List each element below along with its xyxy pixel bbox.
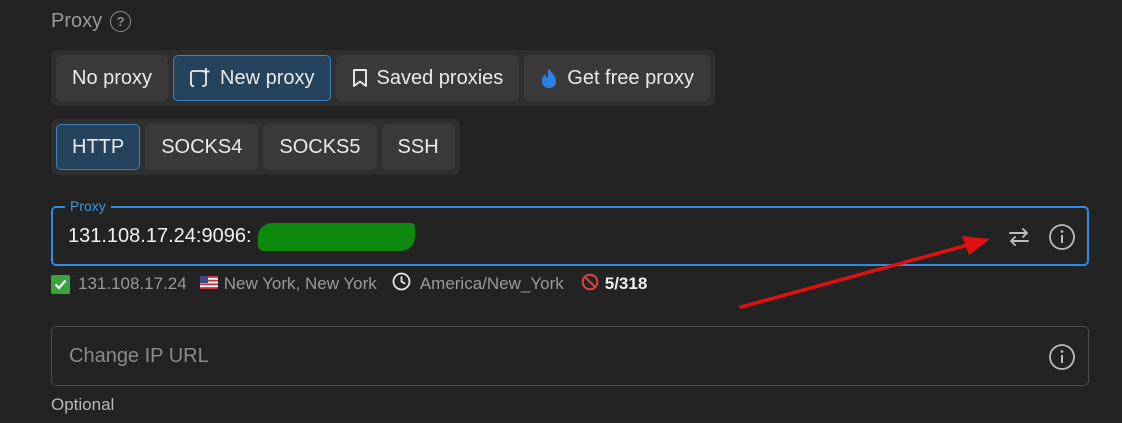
tab-http[interactable]: HTTP bbox=[56, 124, 141, 170]
tab-no-proxy[interactable]: No proxy bbox=[56, 55, 169, 101]
change-ip-url-field[interactable]: Change IP URL bbox=[51, 326, 1089, 386]
proxy-type-tabs: HTTP SOCKS4 SOCKS5 SSH bbox=[51, 119, 460, 175]
status-count: 5/318 bbox=[604, 274, 648, 293]
tab-socks5[interactable]: SOCKS5 bbox=[263, 124, 377, 170]
check-icon bbox=[51, 274, 70, 294]
swap-arrows-icon[interactable] bbox=[1007, 225, 1031, 254]
tab-label: No proxy bbox=[72, 66, 153, 89]
status-ip: 131.108.17.24 bbox=[78, 274, 187, 293]
redaction-mark bbox=[258, 223, 415, 251]
tab-label: SSH bbox=[397, 135, 439, 158]
flame-icon bbox=[540, 67, 558, 89]
us-flag-icon bbox=[199, 274, 218, 294]
tab-saved-proxies[interactable]: Saved proxies bbox=[335, 55, 520, 101]
bookmark-icon bbox=[352, 68, 368, 88]
info-icon[interactable] bbox=[1048, 223, 1076, 256]
section-title: Proxy bbox=[51, 10, 103, 32]
tab-get-free-proxy[interactable]: Get free proxy bbox=[524, 55, 710, 101]
tab-socks4[interactable]: SOCKS4 bbox=[145, 124, 259, 170]
change-ip-url-placeholder[interactable]: Change IP URL bbox=[69, 345, 209, 368]
info-icon[interactable] bbox=[1048, 343, 1076, 376]
tab-label: SOCKS4 bbox=[161, 135, 243, 158]
blocked-icon bbox=[581, 273, 599, 296]
tab-label: Saved proxies bbox=[376, 66, 504, 89]
tab-new-proxy[interactable]: New proxy bbox=[173, 55, 331, 101]
status-location: New York, New York bbox=[223, 274, 377, 293]
help-icon[interactable]: ? bbox=[110, 11, 132, 32]
proxy-status-row: 131.108.17.24 New York, New York America… bbox=[51, 272, 648, 296]
proxy-input-value[interactable]: 131.108.17.24:9096: bbox=[68, 225, 252, 248]
tab-label: SOCKS5 bbox=[279, 135, 361, 158]
tab-label: HTTP bbox=[72, 135, 125, 158]
proxy-mode-tabs: No proxy New proxy Saved proxies Get fre… bbox=[51, 50, 715, 106]
tab-ssh[interactable]: SSH bbox=[381, 124, 455, 170]
proxy-settings-panel: Proxy ? No proxy New proxy Saved proxies… bbox=[0, 0, 1122, 423]
proxy-section-header: Proxy ? bbox=[51, 10, 132, 33]
proxy-input-field[interactable]: Proxy 131.108.17.24:9096: bbox=[51, 198, 1089, 266]
clock-icon bbox=[392, 272, 411, 296]
optional-helper-text: Optional bbox=[51, 395, 115, 414]
new-proxy-icon bbox=[189, 67, 211, 89]
proxy-input-label: Proxy bbox=[65, 198, 111, 214]
tab-label: New proxy bbox=[220, 66, 315, 89]
tab-label: Get free proxy bbox=[567, 66, 694, 89]
status-timezone: America/New_York bbox=[419, 274, 564, 293]
